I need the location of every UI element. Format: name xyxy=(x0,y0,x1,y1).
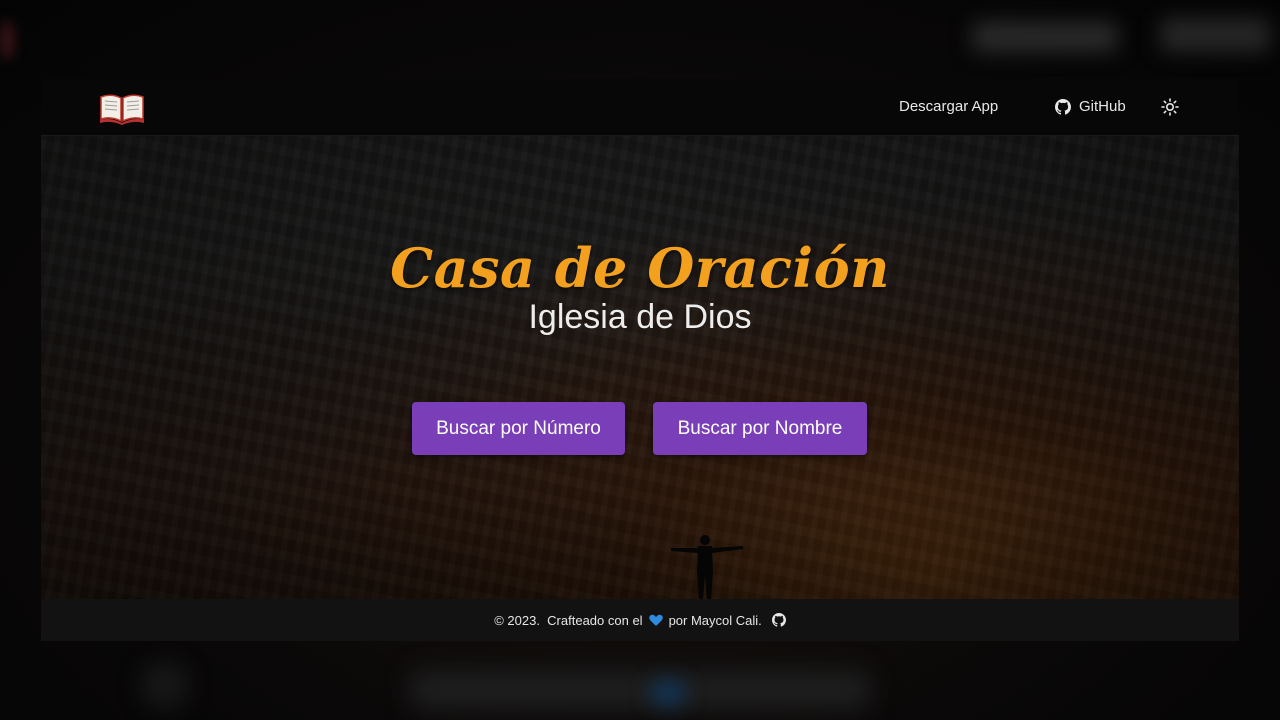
download-app-link[interactable]: Descargar App xyxy=(899,79,998,135)
blurred-backdrop-element xyxy=(410,670,870,710)
footer-crafted-suffix: por Maycol Cali. xyxy=(668,612,762,628)
page-title: Casa de Oración xyxy=(390,236,890,300)
person-silhouette-image xyxy=(671,535,743,599)
search-by-number-button[interactable]: Buscar por Número xyxy=(412,402,625,455)
github-icon[interactable] xyxy=(771,613,786,627)
page-subtitle: Iglesia de Dios xyxy=(528,298,752,336)
blurred-backdrop-element xyxy=(650,680,686,706)
blurred-backdrop-element xyxy=(140,660,190,710)
app-window: Descargar App GitHub Casa de Oración Igl… xyxy=(41,79,1239,641)
open-book-icon[interactable] xyxy=(99,89,145,125)
github-icon xyxy=(1055,99,1071,115)
blurred-backdrop-element xyxy=(0,20,14,60)
hero-overlay xyxy=(41,136,1239,599)
navbar: Descargar App GitHub xyxy=(41,79,1239,136)
footer-crafted-prefix: Crafteado con el xyxy=(547,612,643,628)
blurred-backdrop-element xyxy=(972,22,1118,52)
sun-icon[interactable] xyxy=(1161,98,1179,116)
search-by-name-button[interactable]: Buscar por Nombre xyxy=(653,402,867,455)
footer: © 2023. Crafteado con el por Maycol Cali… xyxy=(41,599,1239,641)
github-link[interactable]: GitHub xyxy=(1055,79,1126,135)
footer-copyright: © 2023. xyxy=(494,612,540,628)
heart-icon xyxy=(648,614,663,626)
hero-section: Casa de Oración Iglesia de Dios Buscar p… xyxy=(41,136,1239,599)
github-label: GitHub xyxy=(1079,98,1126,115)
blurred-backdrop-element xyxy=(1160,18,1270,52)
